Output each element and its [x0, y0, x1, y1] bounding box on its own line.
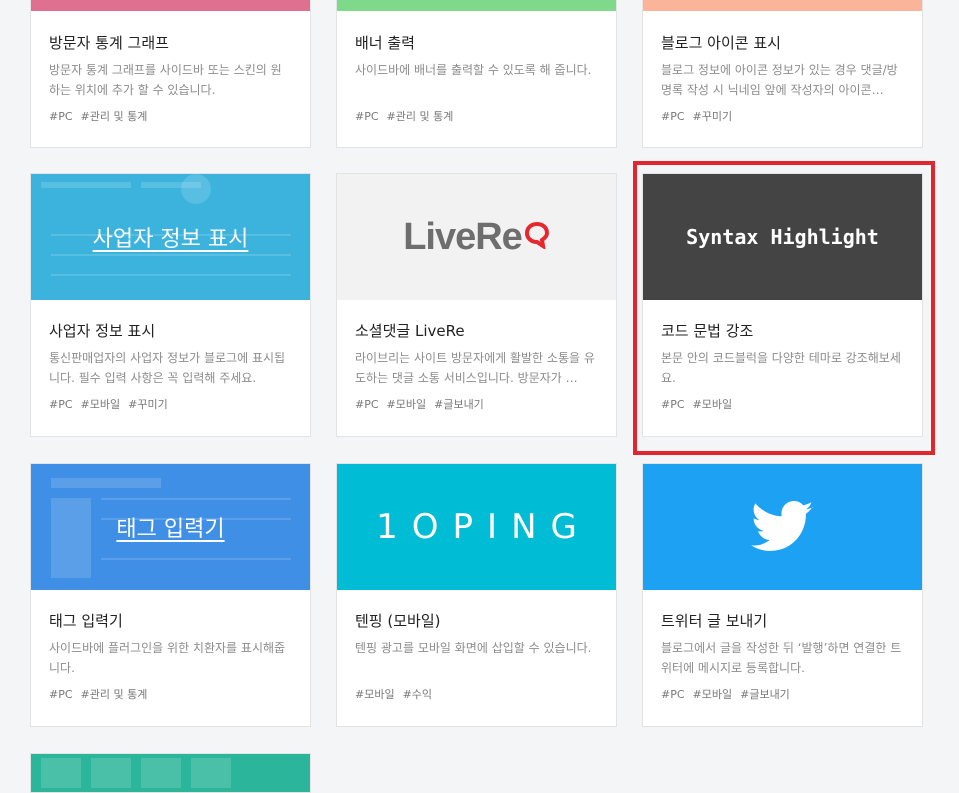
card-description: 방문자 통계 그래프를 사이드바 또는 스킨의 원하는 위치에 추가 할 수 있…: [49, 63, 282, 97]
card-tags: #PC #모바일: [661, 397, 904, 413]
thumbnail-backdrop: [31, 754, 310, 792]
card-description: 통신판매업자의 사업자 정보가 블로그에 표시됩니다. 필수 입력 사항은 꼭 …: [49, 351, 286, 385]
tag[interactable]: #관리 및 통계: [81, 688, 148, 701]
tag[interactable]: #꾸미기: [693, 110, 733, 123]
tag[interactable]: #모바일: [355, 688, 395, 701]
card-tags: #PC #관리 및 통계: [355, 109, 598, 125]
plugin-card-livere[interactable]: LiveRe 소셜댓글 LiveRe 라이브리는 사이트 방문자에게 활발한 소…: [336, 173, 617, 437]
card-color-stripe: [643, 0, 922, 11]
card-description: 본문 안의 코드블럭을 다양한 테마로 강조해보세요.: [661, 351, 901, 385]
card-title: 코드 문법 강조: [661, 322, 754, 340]
tag[interactable]: #관리 및 통계: [387, 110, 454, 123]
card-title: 블로그 아이콘 표시: [661, 34, 781, 52]
card-thumbnail: [643, 464, 922, 590]
tenping-logo: 1OPING: [376, 507, 591, 547]
tag[interactable]: #모바일: [81, 398, 121, 411]
plugin-card-visitor-graph[interactable]: 방문자 통계 그래프 방문자 통계 그래프를 사이드바 또는 스킨의 원하는 위…: [30, 0, 311, 148]
tag[interactable]: #PC: [355, 110, 379, 123]
tag[interactable]: #관리 및 통계: [81, 110, 148, 123]
card-thumbnail: 사업자 정보 표시: [31, 174, 310, 300]
card-thumbnail: [31, 754, 310, 792]
card-description: 사이드바에 플러그인을 위한 치환자를 표시해줍니다.: [49, 641, 286, 675]
livere-logo: LiveRe: [403, 216, 550, 259]
card-title: 태그 입력기: [49, 612, 123, 630]
card-description: 라이브리는 사이트 방문자에게 활발한 소통을 유도하는 댓글 소통 서비스입니…: [355, 351, 595, 385]
tag[interactable]: #PC: [661, 110, 685, 123]
tag[interactable]: #모바일: [387, 398, 427, 411]
tag[interactable]: #PC: [661, 398, 685, 411]
card-description: 텐핑 광고를 모바일 화면에 삽입할 수 있습니다.: [355, 641, 592, 655]
speech-bubble-icon: [524, 221, 549, 249]
card-title: 트위터 글 보내기: [661, 612, 768, 630]
tag[interactable]: #모바일: [693, 688, 733, 701]
card-color-stripe: [337, 0, 616, 11]
plugin-card-twitter[interactable]: 트위터 글 보내기 블로그에서 글을 작성한 뒤 ‘발행’하면 연결한 트위터에…: [642, 463, 923, 727]
tag[interactable]: #PC: [355, 398, 379, 411]
card-title: 방문자 통계 그래프: [49, 34, 169, 52]
thumbnail-label: 태그 입력기: [116, 517, 225, 542]
tag[interactable]: #꾸미기: [128, 398, 168, 411]
card-tags: #PC #모바일 #글보내기: [355, 397, 598, 413]
plugin-card-syntax-highlight[interactable]: Syntax Highlight 코드 문법 강조 본문 안의 코드블럭을 다양…: [642, 173, 923, 437]
card-tags: #PC #모바일 #글보내기: [661, 687, 904, 703]
tag[interactable]: #수익: [403, 688, 432, 701]
plugin-card-tag-input[interactable]: 태그 입력기 태그 입력기 사이드바에 플러그인을 위한 치환자를 표시해줍니다…: [30, 463, 311, 727]
tag[interactable]: #PC: [49, 110, 73, 123]
plugin-card-partial[interactable]: [30, 753, 311, 793]
tag[interactable]: #글보내기: [434, 398, 484, 411]
plugin-card-banner[interactable]: 배너 출력 사이드바에 배너를 출력할 수 있도록 해 줍니다. #PC #관리 …: [336, 0, 617, 148]
card-tags: #모바일 #수익: [355, 687, 598, 703]
card-tags: #PC #모바일 #꾸미기: [49, 397, 292, 413]
tag[interactable]: #모바일: [693, 398, 733, 411]
tag[interactable]: #PC: [49, 398, 73, 411]
card-tags: #PC #꾸미기: [661, 109, 904, 125]
card-thumbnail: 1OPING: [337, 464, 616, 590]
card-tags: #PC #관리 및 통계: [49, 109, 292, 125]
card-color-stripe: [31, 0, 310, 11]
card-title: 배너 출력: [355, 34, 415, 52]
card-description: 블로그에서 글을 작성한 뒤 ‘발행’하면 연결한 트위터에 메시지로 등록합니…: [661, 641, 902, 675]
thumbnail-label: Syntax Highlight: [686, 225, 879, 249]
card-description: 사이드바에 배너를 출력할 수 있도록 해 줍니다.: [355, 63, 592, 77]
card-thumbnail: Syntax Highlight: [643, 174, 922, 300]
card-title: 텐핑 (모바일): [355, 612, 441, 630]
tag[interactable]: #PC: [49, 688, 73, 701]
twitter-bird-icon: [750, 501, 813, 551]
card-thumbnail: 태그 입력기: [31, 464, 310, 590]
thumbnail-label: 사업자 정보 표시: [92, 227, 249, 252]
card-title: 소셜댓글 LiveRe: [355, 322, 465, 340]
plugin-card-tenping[interactable]: 1OPING 텐핑 (모바일) 텐핑 광고를 모바일 화면에 삽입할 수 있습니…: [336, 463, 617, 727]
tag[interactable]: #글보내기: [740, 688, 790, 701]
plugin-card-business-info[interactable]: 사업자 정보 표시 사업자 정보 표시 통신판매업자의 사업자 정보가 블로그에…: [30, 173, 311, 437]
card-title: 사업자 정보 표시: [49, 322, 156, 340]
card-tags: #PC #관리 및 통계: [49, 687, 292, 703]
tag[interactable]: #PC: [661, 688, 685, 701]
card-description: 블로그 정보에 아이콘 정보가 있는 경우 댓글/방명록 작성 시 닉네임 앞에…: [661, 63, 898, 97]
plugin-card-blog-icon[interactable]: 블로그 아이콘 표시 블로그 정보에 아이콘 정보가 있는 경우 댓글/방명록 …: [642, 0, 923, 148]
card-thumbnail: LiveRe: [337, 174, 616, 300]
